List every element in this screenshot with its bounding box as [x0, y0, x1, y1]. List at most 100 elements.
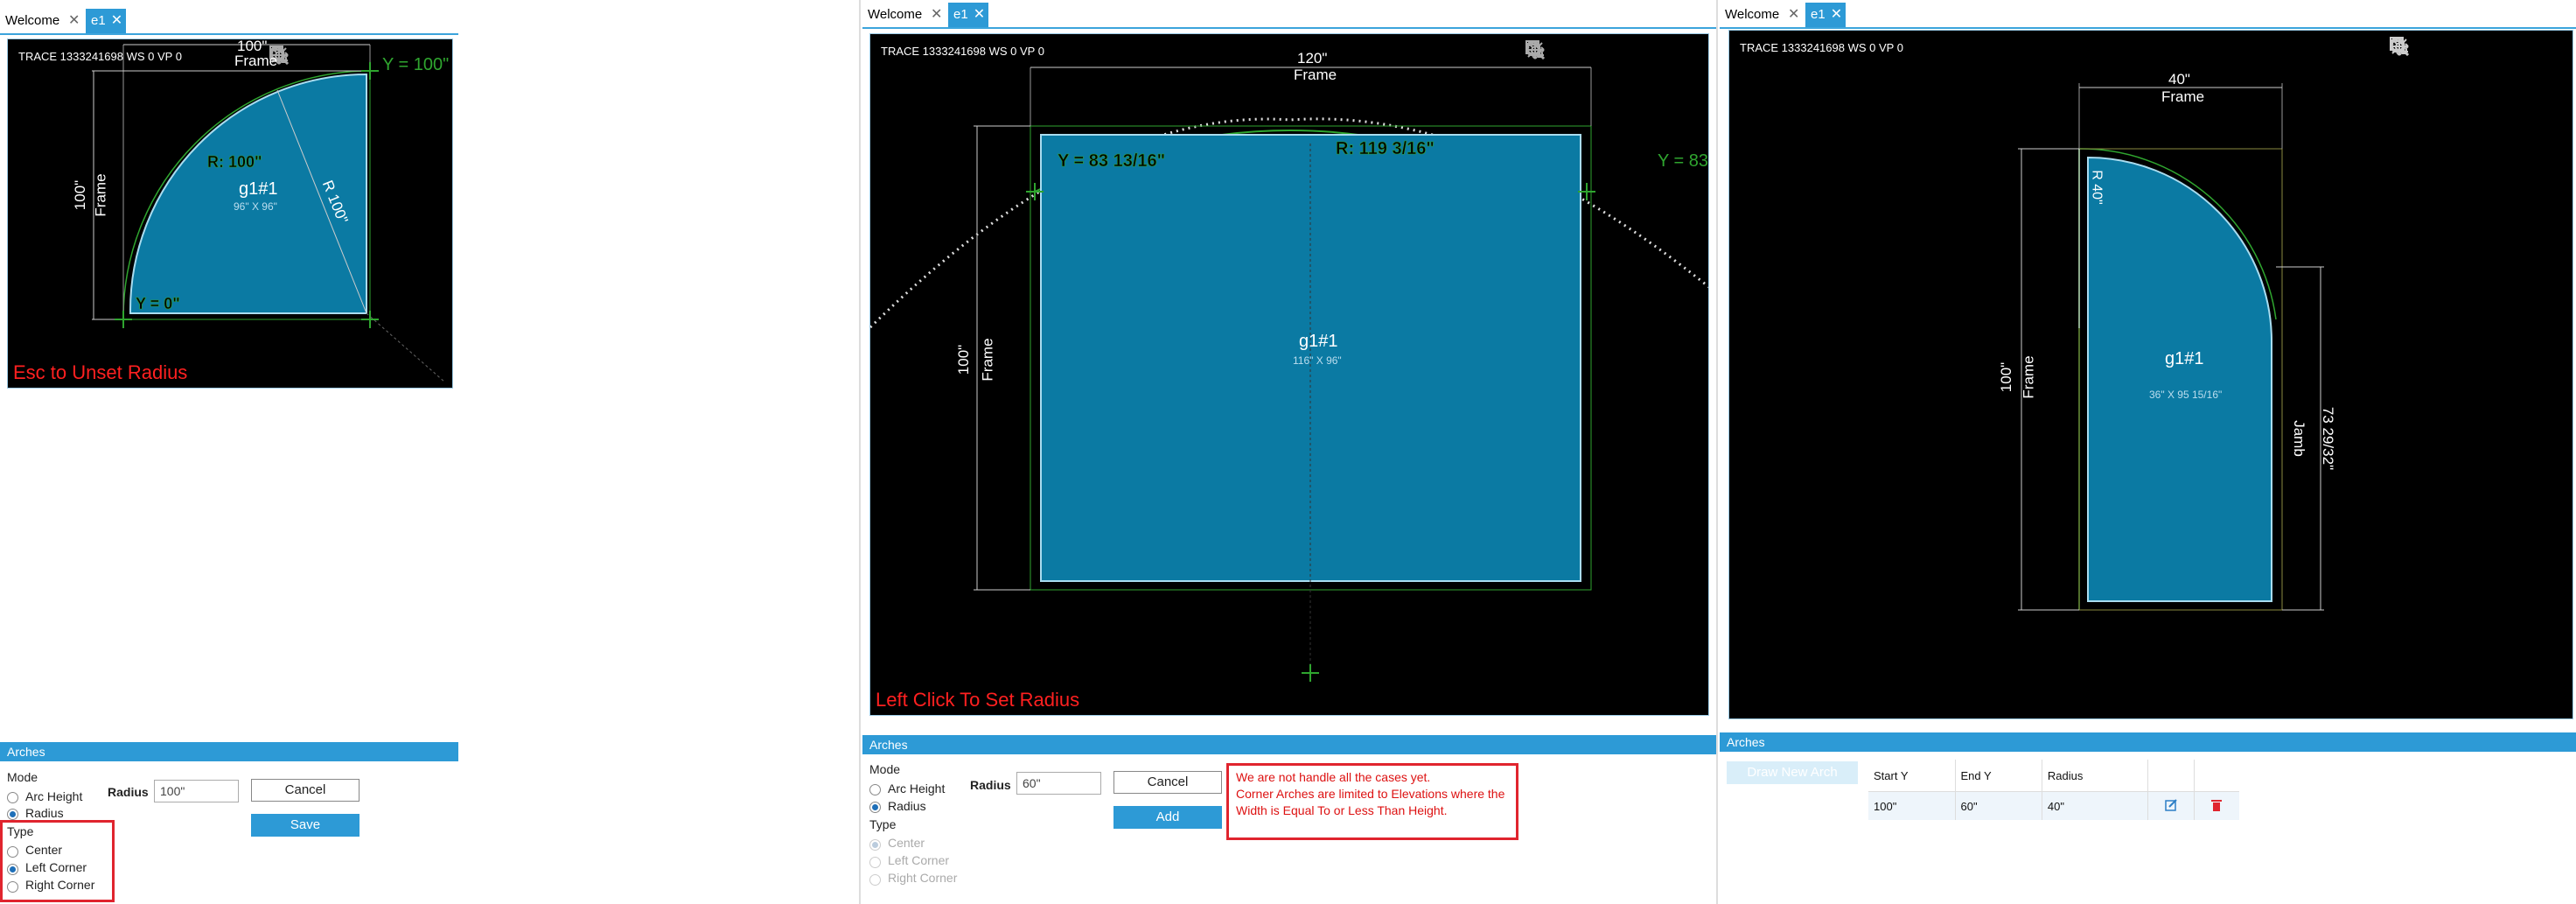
glass-shape: [2087, 156, 2272, 602]
type-left-corner-label: Left Corner: [888, 853, 950, 867]
type-right-corner-radio[interactable]: [869, 874, 881, 886]
radius-field-label: Radius: [970, 778, 1011, 792]
glass-size: 36" X 95 15/16": [2149, 389, 2223, 401]
type-left-corner-radio[interactable]: [869, 857, 881, 868]
height-label: Frame: [92, 173, 109, 217]
col-end-y: End Y: [1955, 760, 2042, 792]
table-header-row: Start Y End Y Radius: [1868, 760, 2239, 792]
pan-icon[interactable]: [1525, 39, 1700, 67]
type-center-label: Center: [888, 836, 925, 850]
draw-new-arch-button[interactable]: Draw New Arch: [1727, 761, 1858, 784]
radius-input[interactable]: 100": [154, 780, 239, 802]
mode-label: Mode: [869, 762, 901, 776]
close-icon[interactable]: ✕: [974, 7, 985, 22]
arches-section-header: Arches: [1720, 732, 2576, 752]
type-left-corner-radio[interactable]: [7, 864, 18, 875]
tab-e1[interactable]: e1 ✕: [1805, 3, 1846, 27]
type-right-corner-radio[interactable]: [7, 881, 18, 893]
mode-radius-radio[interactable]: [7, 809, 18, 820]
height-label: Frame: [979, 338, 996, 382]
fit-screen-icon[interactable]: [2391, 36, 2454, 64]
width-label: Frame: [1294, 67, 1337, 83]
tab-e1[interactable]: e1 ✕: [948, 3, 988, 27]
height-dim: 100": [1998, 361, 2015, 393]
mode-arc-height-label: Arc Height: [25, 789, 83, 803]
mode-label: Mode: [7, 770, 38, 784]
edit-icon[interactable]: [2164, 798, 2178, 815]
add-button[interactable]: Add: [1113, 806, 1222, 829]
viewport-toolbar: [2389, 36, 2564, 64]
panel-divider: [1716, 0, 1718, 904]
cell-radius: 40": [2042, 791, 2149, 820]
glass-name: g1#1: [2165, 349, 2204, 368]
tab-bar: Welcome ✕ e1 ✕: [0, 9, 458, 35]
mode-arc-height-radio[interactable]: [7, 792, 18, 803]
drawing-viewport[interactable]: TRACE 1333241698 WS 0 VP 0 100" Frame Y …: [7, 39, 453, 389]
type-right-corner-label: Right Corner: [888, 871, 958, 885]
type-label: Type: [869, 817, 897, 831]
status-message: Left Click To Set Radius: [876, 689, 1080, 711]
tab-bar: Welcome ✕ e1 ✕: [1720, 3, 2576, 29]
col-radius: Radius: [2042, 760, 2149, 792]
height-dim: 100": [72, 179, 89, 211]
tab-bar: Welcome ✕ e1 ✕: [862, 3, 1716, 29]
type-center-radio[interactable]: [869, 839, 881, 851]
cell-end-y: 60": [1955, 791, 2042, 820]
elevation-drawing: [92, 44, 446, 383]
close-icon[interactable]: ✕: [1788, 3, 1805, 27]
type-center-label: Center: [25, 843, 63, 857]
y-bottom-label: Y = 0": [136, 295, 180, 313]
y-right-label: Y = 83 1: [1658, 151, 1709, 171]
tab-welcome[interactable]: Welcome: [0, 9, 59, 33]
close-icon[interactable]: ✕: [68, 9, 86, 33]
radius-dim: R 40": [2089, 170, 2105, 205]
mode-arc-height-label: Arc Height: [888, 781, 946, 795]
radius-label: R: 119 3/16": [1336, 139, 1435, 159]
tab-welcome[interactable]: Welcome: [1720, 3, 1779, 27]
zoom-icon[interactable]: [2390, 36, 2527, 64]
tab-welcome[interactable]: Welcome: [862, 3, 922, 27]
type-center-radio[interactable]: [7, 846, 18, 858]
width-dim: 120": [1297, 50, 1328, 67]
close-icon[interactable]: ✕: [1831, 7, 1842, 22]
warning-line-2: Corner Arches are limited to Elevations …: [1236, 787, 1505, 801]
mode-radius-radio[interactable]: [869, 802, 881, 813]
drawing-viewport[interactable]: TRACE 1333241698 WS 0 VP 0 120" Frame Y …: [869, 33, 1709, 716]
table-row: 100" 60" 40": [1868, 791, 2239, 820]
arches-section-header: Arches: [862, 735, 1716, 754]
cancel-button[interactable]: Cancel: [251, 779, 360, 802]
mode-arc-height-radio[interactable]: [869, 784, 881, 795]
width-label: Frame: [234, 53, 278, 69]
type-right-corner-label: Right Corner: [25, 878, 95, 892]
mode-radius-label: Radius: [25, 806, 64, 820]
height-dim: 100": [955, 344, 973, 375]
height-label: Frame: [2020, 355, 2037, 399]
trace-label: TRACE 1333241698 WS 0 VP 0: [881, 45, 1044, 58]
radius-input[interactable]: 60": [1016, 772, 1101, 795]
save-button[interactable]: Save: [251, 814, 360, 837]
fit-screen-icon[interactable]: [271, 45, 333, 73]
drawing-viewport[interactable]: TRACE 1333241698 WS 0 VP 0 40" Frame R 4…: [1728, 30, 2573, 719]
elevation-drawing: [2018, 83, 2324, 611]
jamb-dim: 73 29/32": [2320, 406, 2337, 471]
zoom-icon[interactable]: [1525, 39, 1663, 67]
fit-screen-icon[interactable]: [1527, 39, 1589, 67]
radius-label: R: 100": [207, 153, 262, 172]
tab-e1[interactable]: e1 ✕: [86, 9, 126, 33]
close-icon[interactable]: ✕: [111, 13, 122, 28]
panel-3: Welcome ✕ e1 ✕ TRACE 1333241698 WS 0 VP 0: [1720, 0, 2576, 904]
type-left-corner-label: Left Corner: [25, 860, 87, 874]
delete-icon[interactable]: [2209, 799, 2223, 815]
type-label: Type: [7, 824, 34, 838]
pan-icon[interactable]: [2390, 36, 2564, 64]
cancel-button[interactable]: Cancel: [1113, 771, 1222, 794]
viewport-toolbar: [1525, 39, 1700, 67]
zoom-window-icon[interactable]: [1525, 39, 1626, 67]
warning-message: We are not handle all the cases yet. Cor…: [1226, 763, 1518, 840]
zoom-window-icon[interactable]: [2390, 36, 2490, 64]
status-message: Esc to Unset Radius: [13, 361, 188, 383]
zoom-window-icon[interactable]: [269, 45, 370, 73]
panel-2: Welcome ✕ e1 ✕ TRACE 1333241698 WS 0 VP 0: [862, 0, 1716, 904]
close-icon[interactable]: ✕: [931, 3, 948, 27]
panel-1: Welcome ✕ e1 ✕ TRACE 1333241698 WS 0 VP 0: [0, 0, 458, 904]
